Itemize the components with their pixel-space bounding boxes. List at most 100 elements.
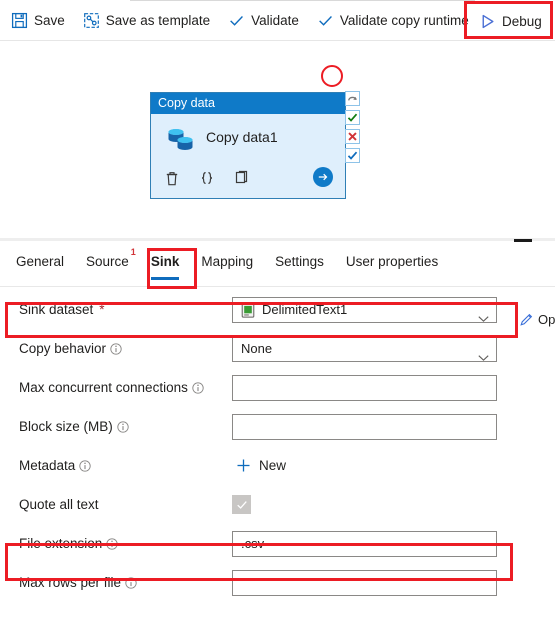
sink-dataset-dropdown[interactable]: DelimitedText1	[232, 296, 497, 323]
properties-tab-bar: General Source 1 Sink Mapping Settings U…	[0, 245, 555, 287]
code-braces-icon[interactable]	[197, 168, 217, 188]
copy-behavior-value: None	[241, 340, 273, 356]
metadata-label-group: Metadata	[19, 458, 232, 473]
sink-dataset-label: Sink dataset	[19, 302, 94, 317]
tab-source-badge: 1	[130, 247, 136, 257]
metadata-new-button[interactable]: New	[232, 458, 286, 473]
tab-settings[interactable]: Settings	[275, 245, 324, 280]
max-concurrent-connections-input[interactable]	[232, 374, 497, 401]
tab-source[interactable]: Source 1	[86, 245, 136, 280]
open-dataset-link[interactable]: Op	[519, 312, 555, 327]
dataset-file-icon	[241, 302, 255, 318]
row-sink-dataset: Sink dataset * DelimitedText1	[0, 290, 555, 329]
info-icon[interactable]	[125, 576, 137, 589]
copy-data-icon	[165, 125, 199, 155]
validate-label: Validate	[251, 12, 299, 28]
debug-label: Debug	[502, 13, 542, 29]
pipeline-canvas[interactable]: Copy data Copy data1	[0, 41, 555, 233]
status-output-completion[interactable]	[345, 148, 360, 163]
trash-icon[interactable]	[162, 168, 182, 188]
play-triangle-icon	[479, 13, 496, 30]
max-rows-per-file-label-group: Max rows per file	[19, 575, 232, 590]
info-icon[interactable]	[79, 459, 91, 472]
save-label: Save	[34, 12, 65, 28]
block-size-control	[232, 413, 497, 440]
status-output-success[interactable]	[345, 110, 360, 125]
chevron-down-icon	[478, 345, 489, 361]
tab-mapping-label: Mapping	[201, 254, 254, 269]
row-block-size: Block size (MB)	[0, 407, 555, 446]
sink-dataset-label-group: Sink dataset *	[19, 302, 232, 317]
activity-action-bar	[162, 164, 336, 192]
activity-type-header: Copy data	[151, 93, 345, 114]
metadata-control: New	[232, 458, 286, 473]
tab-sink-label: Sink	[150, 254, 180, 269]
block-size-label: Block size (MB)	[19, 419, 113, 434]
quote-all-text-label: Quote all text	[19, 497, 99, 512]
circle-annotation	[321, 65, 343, 87]
copy-behavior-control: None	[232, 335, 497, 362]
copy-icon[interactable]	[232, 168, 252, 188]
collapse-panel-handle[interactable]	[514, 239, 532, 242]
max-concurrent-connections-label-group: Max concurrent connections	[19, 380, 232, 395]
quote-all-text-checkbox[interactable]	[232, 495, 251, 514]
plus-icon	[236, 458, 251, 473]
debug-button[interactable]: Debug	[472, 6, 549, 36]
max-rows-per-file-label: Max rows per file	[19, 575, 122, 590]
row-metadata: Metadata New	[0, 446, 555, 485]
activity-status-outputs	[345, 91, 360, 163]
activity-name: Copy data1	[206, 129, 278, 145]
block-size-input[interactable]	[232, 413, 497, 440]
template-icon	[83, 12, 100, 29]
save-as-template-button[interactable]: Save as template	[76, 5, 217, 35]
sink-dataset-control: DelimitedText1	[232, 296, 497, 323]
validate-button[interactable]: Validate	[221, 5, 306, 35]
row-max-concurrent-connections: Max concurrent connections	[0, 368, 555, 407]
tab-user-properties-label: User properties	[345, 254, 439, 269]
copy-data-activity-card[interactable]: Copy data Copy data1	[150, 92, 346, 199]
save-button[interactable]: Save	[4, 5, 72, 35]
arrow-right-icon[interactable]	[313, 167, 333, 187]
max-concurrent-connections-control	[232, 374, 497, 401]
tab-sink[interactable]: Sink	[150, 245, 180, 280]
floppy-disk-icon	[11, 12, 28, 29]
info-icon[interactable]	[192, 381, 204, 394]
file-extension-label: File extension	[19, 536, 103, 551]
file-extension-label-group: File extension	[19, 536, 232, 551]
max-concurrent-connections-label: Max concurrent connections	[19, 380, 188, 395]
tab-mapping[interactable]: Mapping	[201, 245, 253, 280]
quote-all-text-label-group: Quote all text	[19, 497, 232, 512]
adf-pipeline-editor: Save Save as template Validate Validate …	[0, 0, 555, 634]
info-icon[interactable]	[106, 537, 118, 550]
copy-behavior-label-group: Copy behavior	[19, 341, 232, 356]
validate-copy-runtime-button[interactable]: Validate copy runtime	[310, 5, 476, 35]
tab-general[interactable]: General	[16, 245, 64, 280]
copy-behavior-dropdown[interactable]: None	[232, 335, 497, 362]
tab-source-label: Source	[86, 254, 129, 269]
info-icon[interactable]	[110, 342, 122, 355]
info-icon[interactable]	[117, 420, 129, 433]
metadata-label: Metadata	[19, 458, 76, 473]
pencil-edit-icon	[519, 312, 534, 327]
status-output-skipped[interactable]	[345, 91, 360, 106]
max-rows-per-file-input[interactable]	[232, 569, 497, 596]
splitter-line	[0, 238, 555, 241]
required-asterisk: *	[99, 302, 105, 317]
file-extension-input[interactable]	[232, 530, 497, 557]
status-output-failure[interactable]	[345, 129, 360, 144]
row-quote-all-text: Quote all text	[0, 485, 555, 524]
panel-splitter[interactable]	[0, 233, 555, 243]
copy-behavior-label: Copy behavior	[19, 341, 107, 356]
row-max-rows-per-file: Max rows per file	[0, 563, 555, 602]
tab-user-properties[interactable]: User properties	[346, 245, 438, 280]
chevron-down-icon	[478, 306, 489, 322]
open-dataset-label: Op	[538, 312, 555, 327]
quote-all-text-control	[232, 495, 251, 514]
activity-card-body: Copy data1	[151, 114, 345, 199]
toolbar-top-divider	[130, 0, 475, 1]
tab-settings-label: Settings	[275, 254, 324, 269]
validate-copy-runtime-label: Validate copy runtime	[339, 12, 469, 28]
sink-properties-form: Sink dataset * DelimitedText1 Copy behav…	[0, 290, 555, 602]
block-size-label-group: Block size (MB)	[19, 419, 232, 434]
check-icon	[317, 12, 334, 29]
